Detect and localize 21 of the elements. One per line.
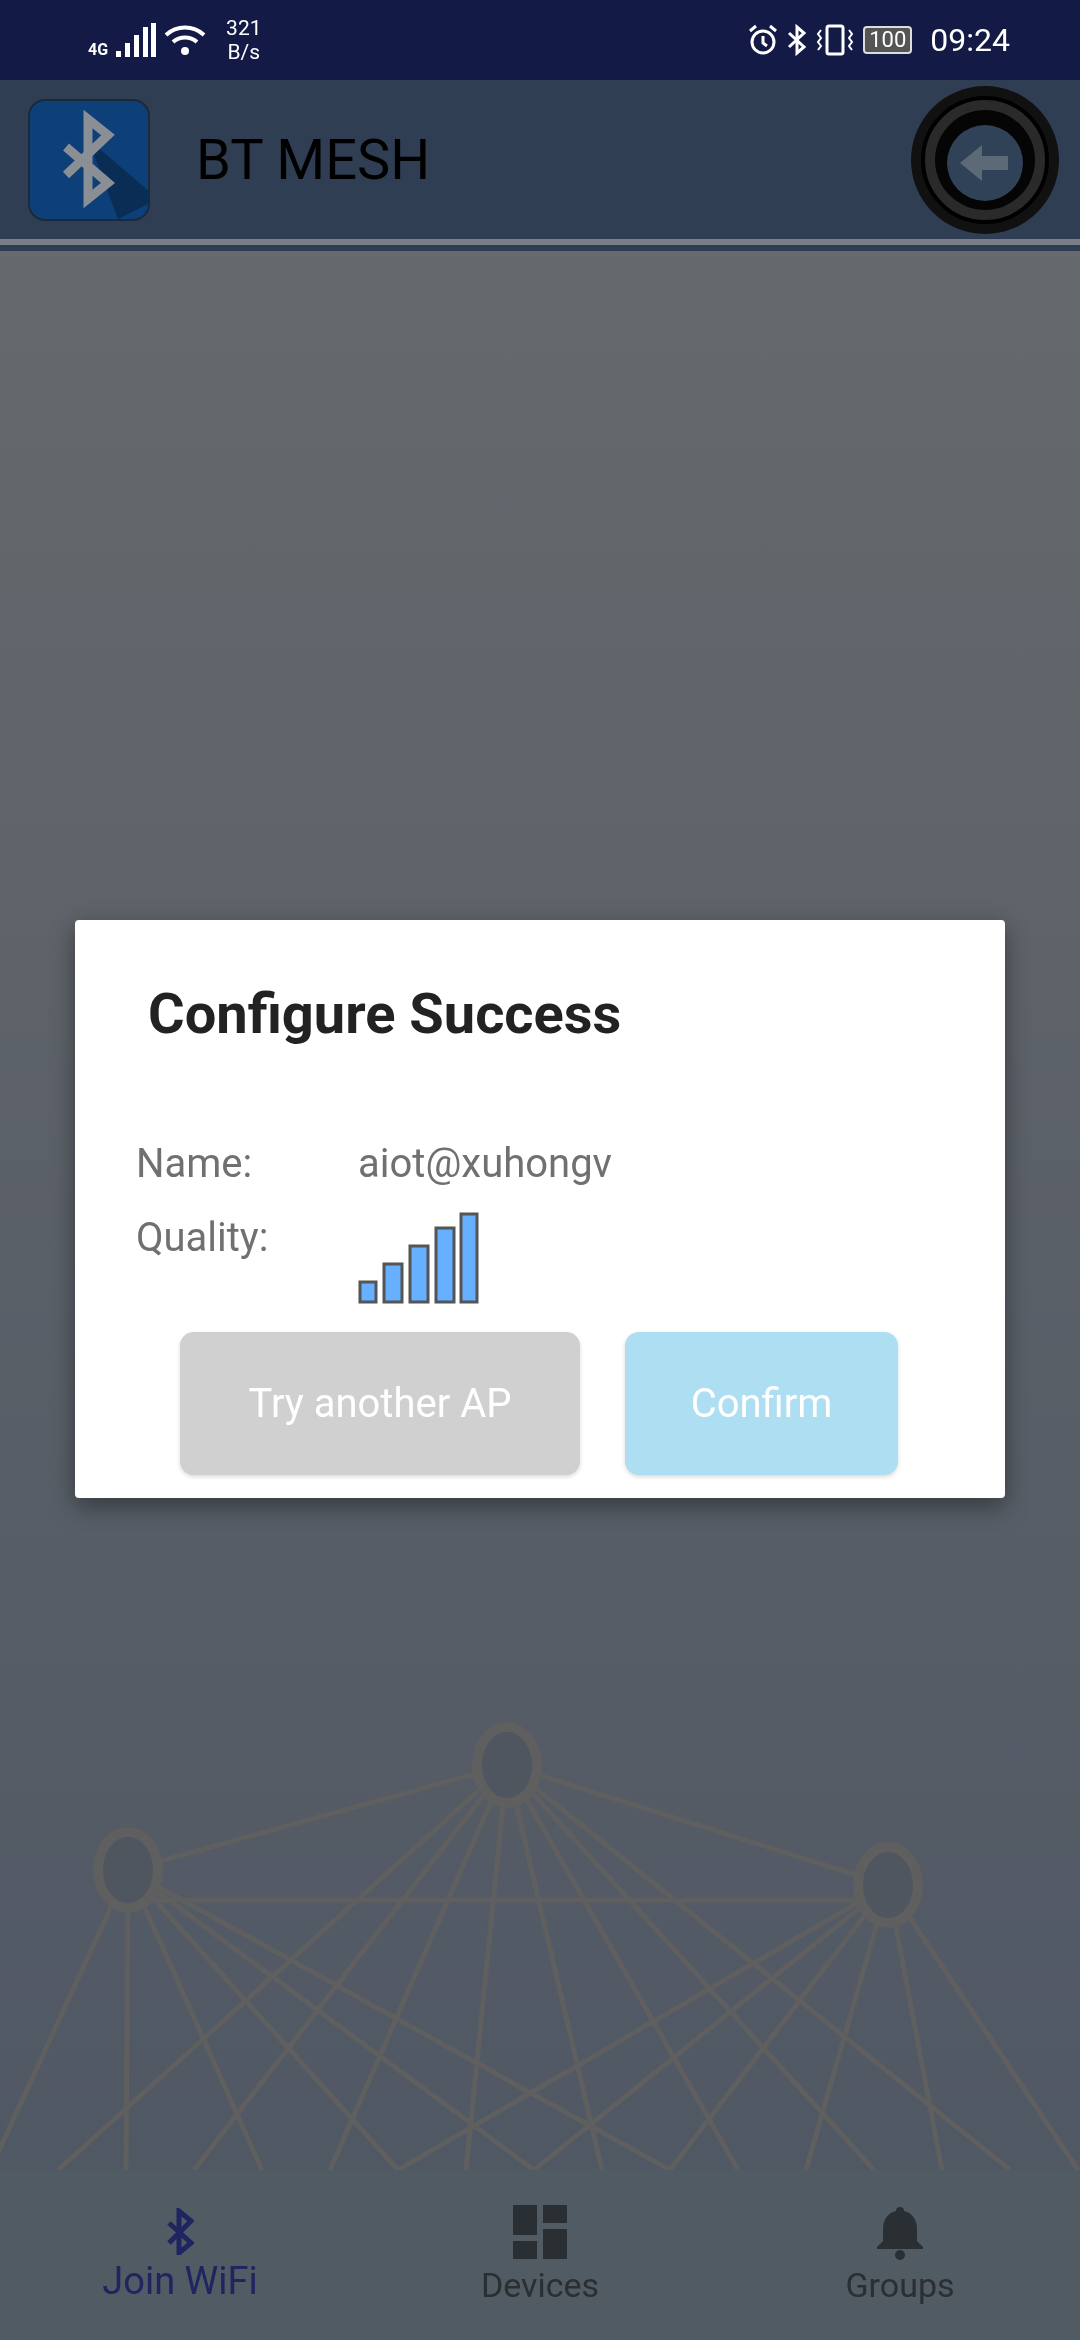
- app-logo-icon: [28, 98, 150, 221]
- clock: 09:24: [930, 21, 1010, 59]
- field-label: Name:: [136, 1139, 254, 1189]
- network-speed: 321: [226, 16, 262, 40]
- confirm-button[interactable]: Confirm: [625, 1332, 898, 1475]
- bluetooth-icon: [166, 2207, 194, 2255]
- wifi-icon: [164, 23, 207, 57]
- signal-icon: [116, 23, 157, 57]
- network-type: 4G: [88, 40, 109, 59]
- dashboard-icon: [513, 2205, 567, 2261]
- bluetooth-icon: [787, 24, 808, 56]
- back-button[interactable]: [910, 84, 1060, 235]
- battery-level: 100: [863, 26, 913, 54]
- field-value: aiot@xuhongv: [358, 1139, 612, 1189]
- signal-bars-icon: [358, 1212, 480, 1304]
- vibrate-icon: [815, 24, 856, 56]
- field-label: Quality:: [136, 1213, 270, 1263]
- dialog-title: Configure Success: [148, 982, 623, 1046]
- speed-unit: B/s: [227, 40, 261, 64]
- alarm-icon: [747, 24, 780, 56]
- app-title: BT MESH: [196, 126, 432, 193]
